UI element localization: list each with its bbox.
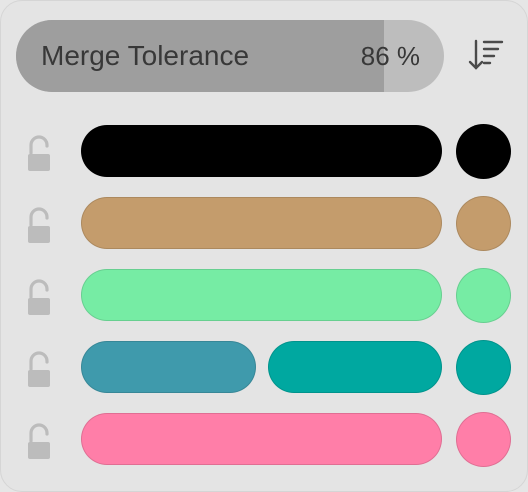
color-bar[interactable]	[81, 269, 442, 321]
lock-icon[interactable]	[25, 349, 55, 389]
color-merge-panel: Merge Tolerance 86 %	[0, 0, 528, 492]
sort-button[interactable]	[464, 35, 508, 75]
color-row	[1, 124, 527, 181]
merge-tolerance-slider[interactable]: Merge Tolerance 86 %	[16, 20, 444, 92]
color-bar[interactable]	[267, 341, 442, 393]
slider-label: Merge Tolerance	[41, 40, 250, 71]
lock-icon[interactable]	[25, 205, 55, 245]
color-row	[1, 268, 527, 325]
color-swatch[interactable]	[456, 340, 511, 395]
color-swatch[interactable]	[456, 124, 511, 179]
color-row	[1, 412, 527, 469]
color-row	[1, 340, 527, 397]
slider-value: 86 %	[360, 41, 420, 71]
lock-icon[interactable]	[25, 133, 55, 173]
color-bar[interactable]	[81, 341, 256, 393]
sort-descending-icon	[468, 39, 504, 70]
color-bar[interactable]	[81, 197, 442, 249]
color-bar[interactable]	[81, 125, 442, 177]
lock-icon[interactable]	[25, 277, 55, 317]
color-row	[1, 196, 527, 253]
color-swatch[interactable]	[456, 196, 511, 251]
color-swatch[interactable]	[456, 268, 511, 323]
lock-icon[interactable]	[25, 421, 55, 461]
color-bar[interactable]	[81, 413, 442, 465]
color-swatch[interactable]	[456, 412, 511, 467]
